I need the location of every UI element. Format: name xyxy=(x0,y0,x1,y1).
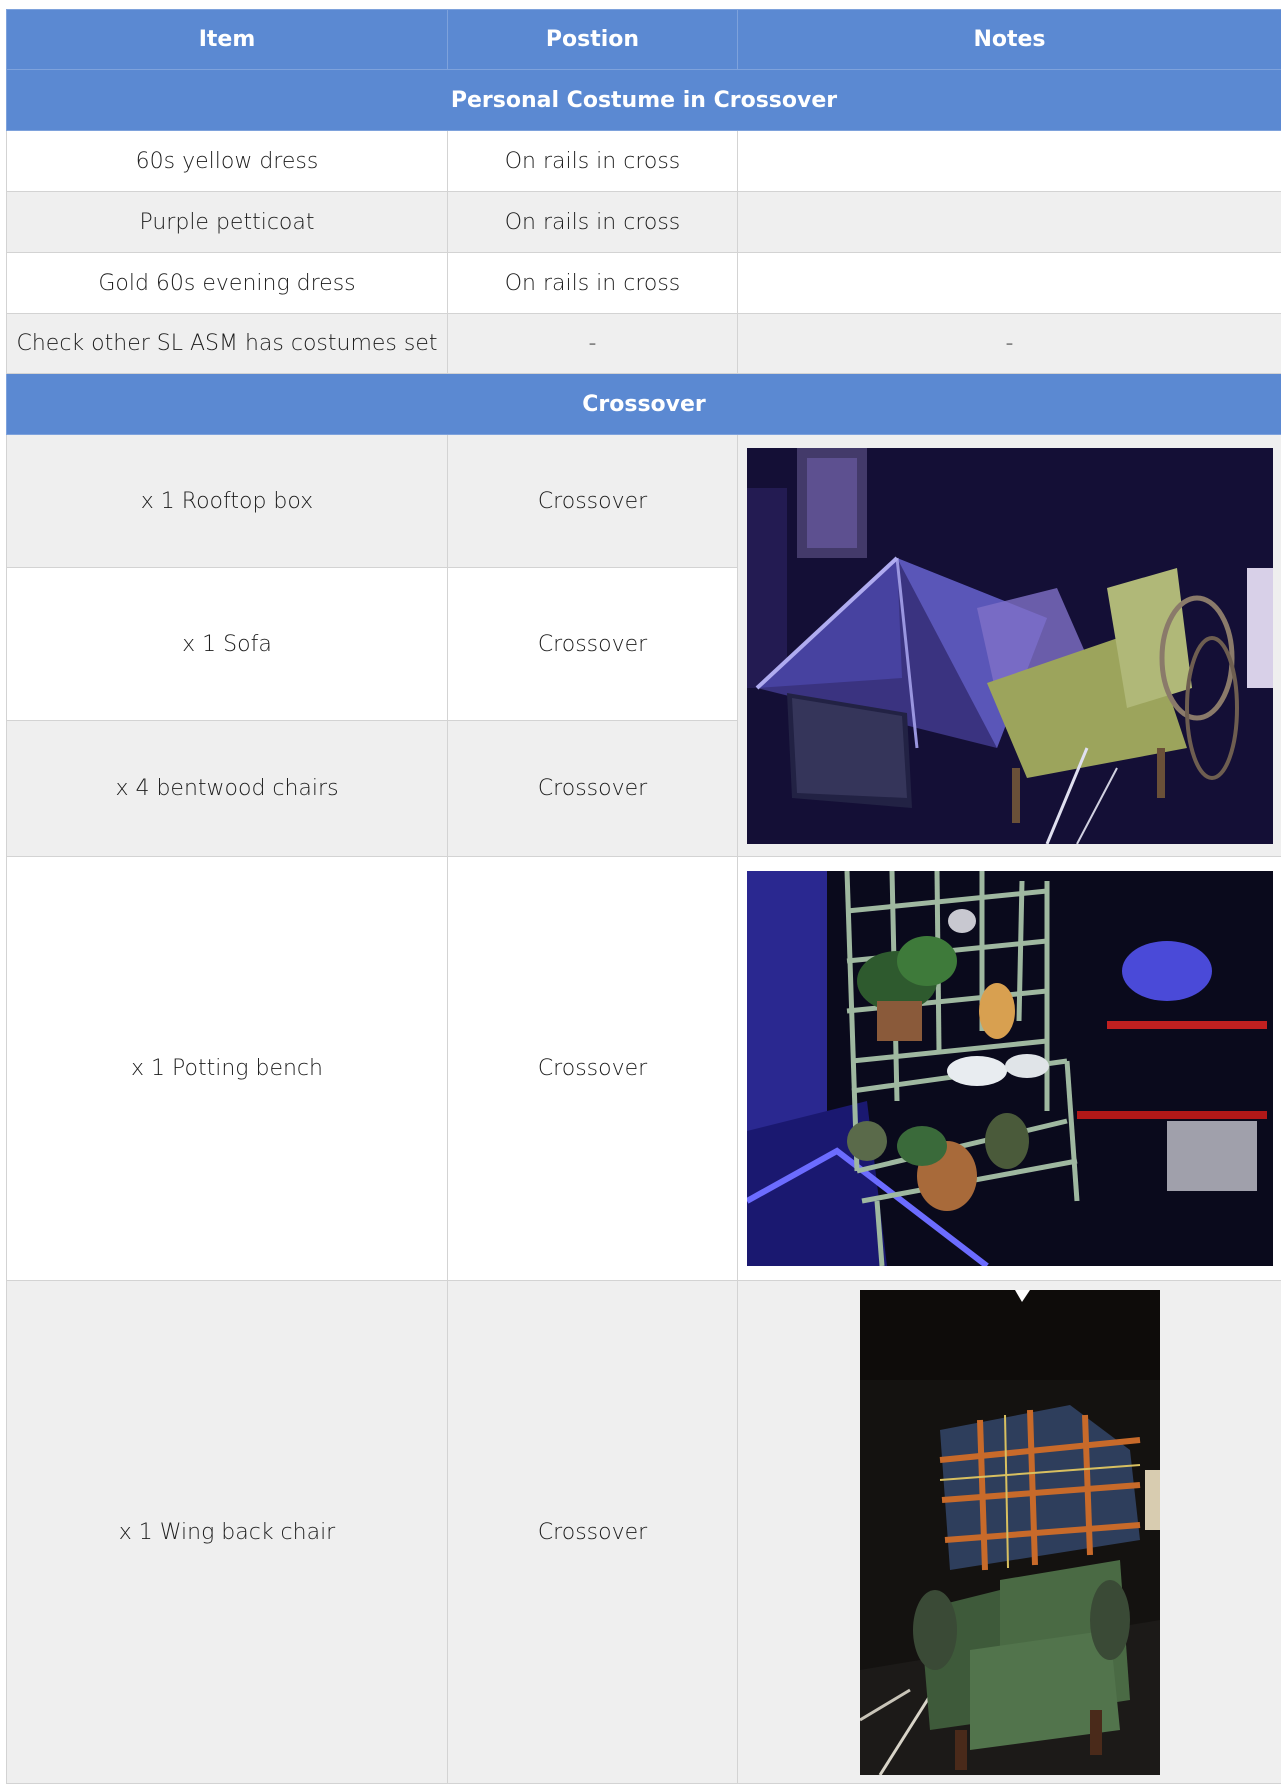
position-cell: On rails in cross xyxy=(448,253,738,314)
notes-cell: - xyxy=(738,314,1281,374)
item-cell: x 1 Potting bench xyxy=(7,857,448,1281)
item-cell: 60s yellow dress xyxy=(7,131,448,192)
item-cell: Purple petticoat xyxy=(7,192,448,253)
item-cell: x 1 Rooftop box xyxy=(7,435,448,568)
notes-cell xyxy=(738,192,1281,253)
position-cell: On rails in cross xyxy=(448,192,738,253)
section-row: Crossover xyxy=(7,374,1281,435)
section-row: Personal Costume in Crossover xyxy=(7,70,1281,131)
position-cell: Crossover xyxy=(448,435,738,568)
notes-cell xyxy=(738,253,1281,314)
position-cell: On rails in cross xyxy=(448,131,738,192)
header-row: Item Postion Notes xyxy=(7,10,1281,70)
header-item: Item xyxy=(7,10,448,70)
position-cell: Crossover xyxy=(448,1281,738,1784)
notes-photo-cell xyxy=(738,857,1281,1281)
item-cell: x 1 Wing back chair xyxy=(7,1281,448,1784)
item-cell: x 4 bentwood chairs xyxy=(7,721,448,857)
item-cell: x 1 Sofa xyxy=(7,568,448,721)
table-row: Gold 60s evening dress On rails in cross xyxy=(7,253,1281,314)
position-cell: - xyxy=(448,314,738,374)
position-cell: Crossover xyxy=(448,857,738,1281)
table-row: x 1 Wing back chair Crossover xyxy=(7,1281,1281,1784)
potting-bench-photo xyxy=(747,871,1273,1266)
header-position: Postion xyxy=(448,10,738,70)
section-title-crossover: Crossover xyxy=(7,374,1281,435)
item-cell: Gold 60s evening dress xyxy=(7,253,448,314)
table-row: Check other SL ASM has costumes set - - xyxy=(7,314,1281,374)
table-row: 60s yellow dress On rails in cross xyxy=(7,131,1281,192)
rooftop-sofa-chairs-photo xyxy=(747,448,1273,844)
position-cell: Crossover xyxy=(448,721,738,857)
props-table: Item Postion Notes Personal Costume in C… xyxy=(6,9,1281,1784)
notes-photo-cell xyxy=(738,1281,1281,1784)
item-cell: Check other SL ASM has costumes set xyxy=(7,314,448,374)
notes-photo-cell xyxy=(738,435,1281,857)
notes-cell xyxy=(738,131,1281,192)
table-row: x 1 Potting bench Crossover xyxy=(7,857,1281,1281)
table-row: Purple petticoat On rails in cross xyxy=(7,192,1281,253)
table-row: x 1 Rooftop box Crossover xyxy=(7,435,1281,568)
section-title-personal-costume: Personal Costume in Crossover xyxy=(7,70,1281,131)
header-notes: Notes xyxy=(738,10,1281,70)
wing-back-chair-photo xyxy=(860,1290,1160,1775)
position-cell: Crossover xyxy=(448,568,738,721)
